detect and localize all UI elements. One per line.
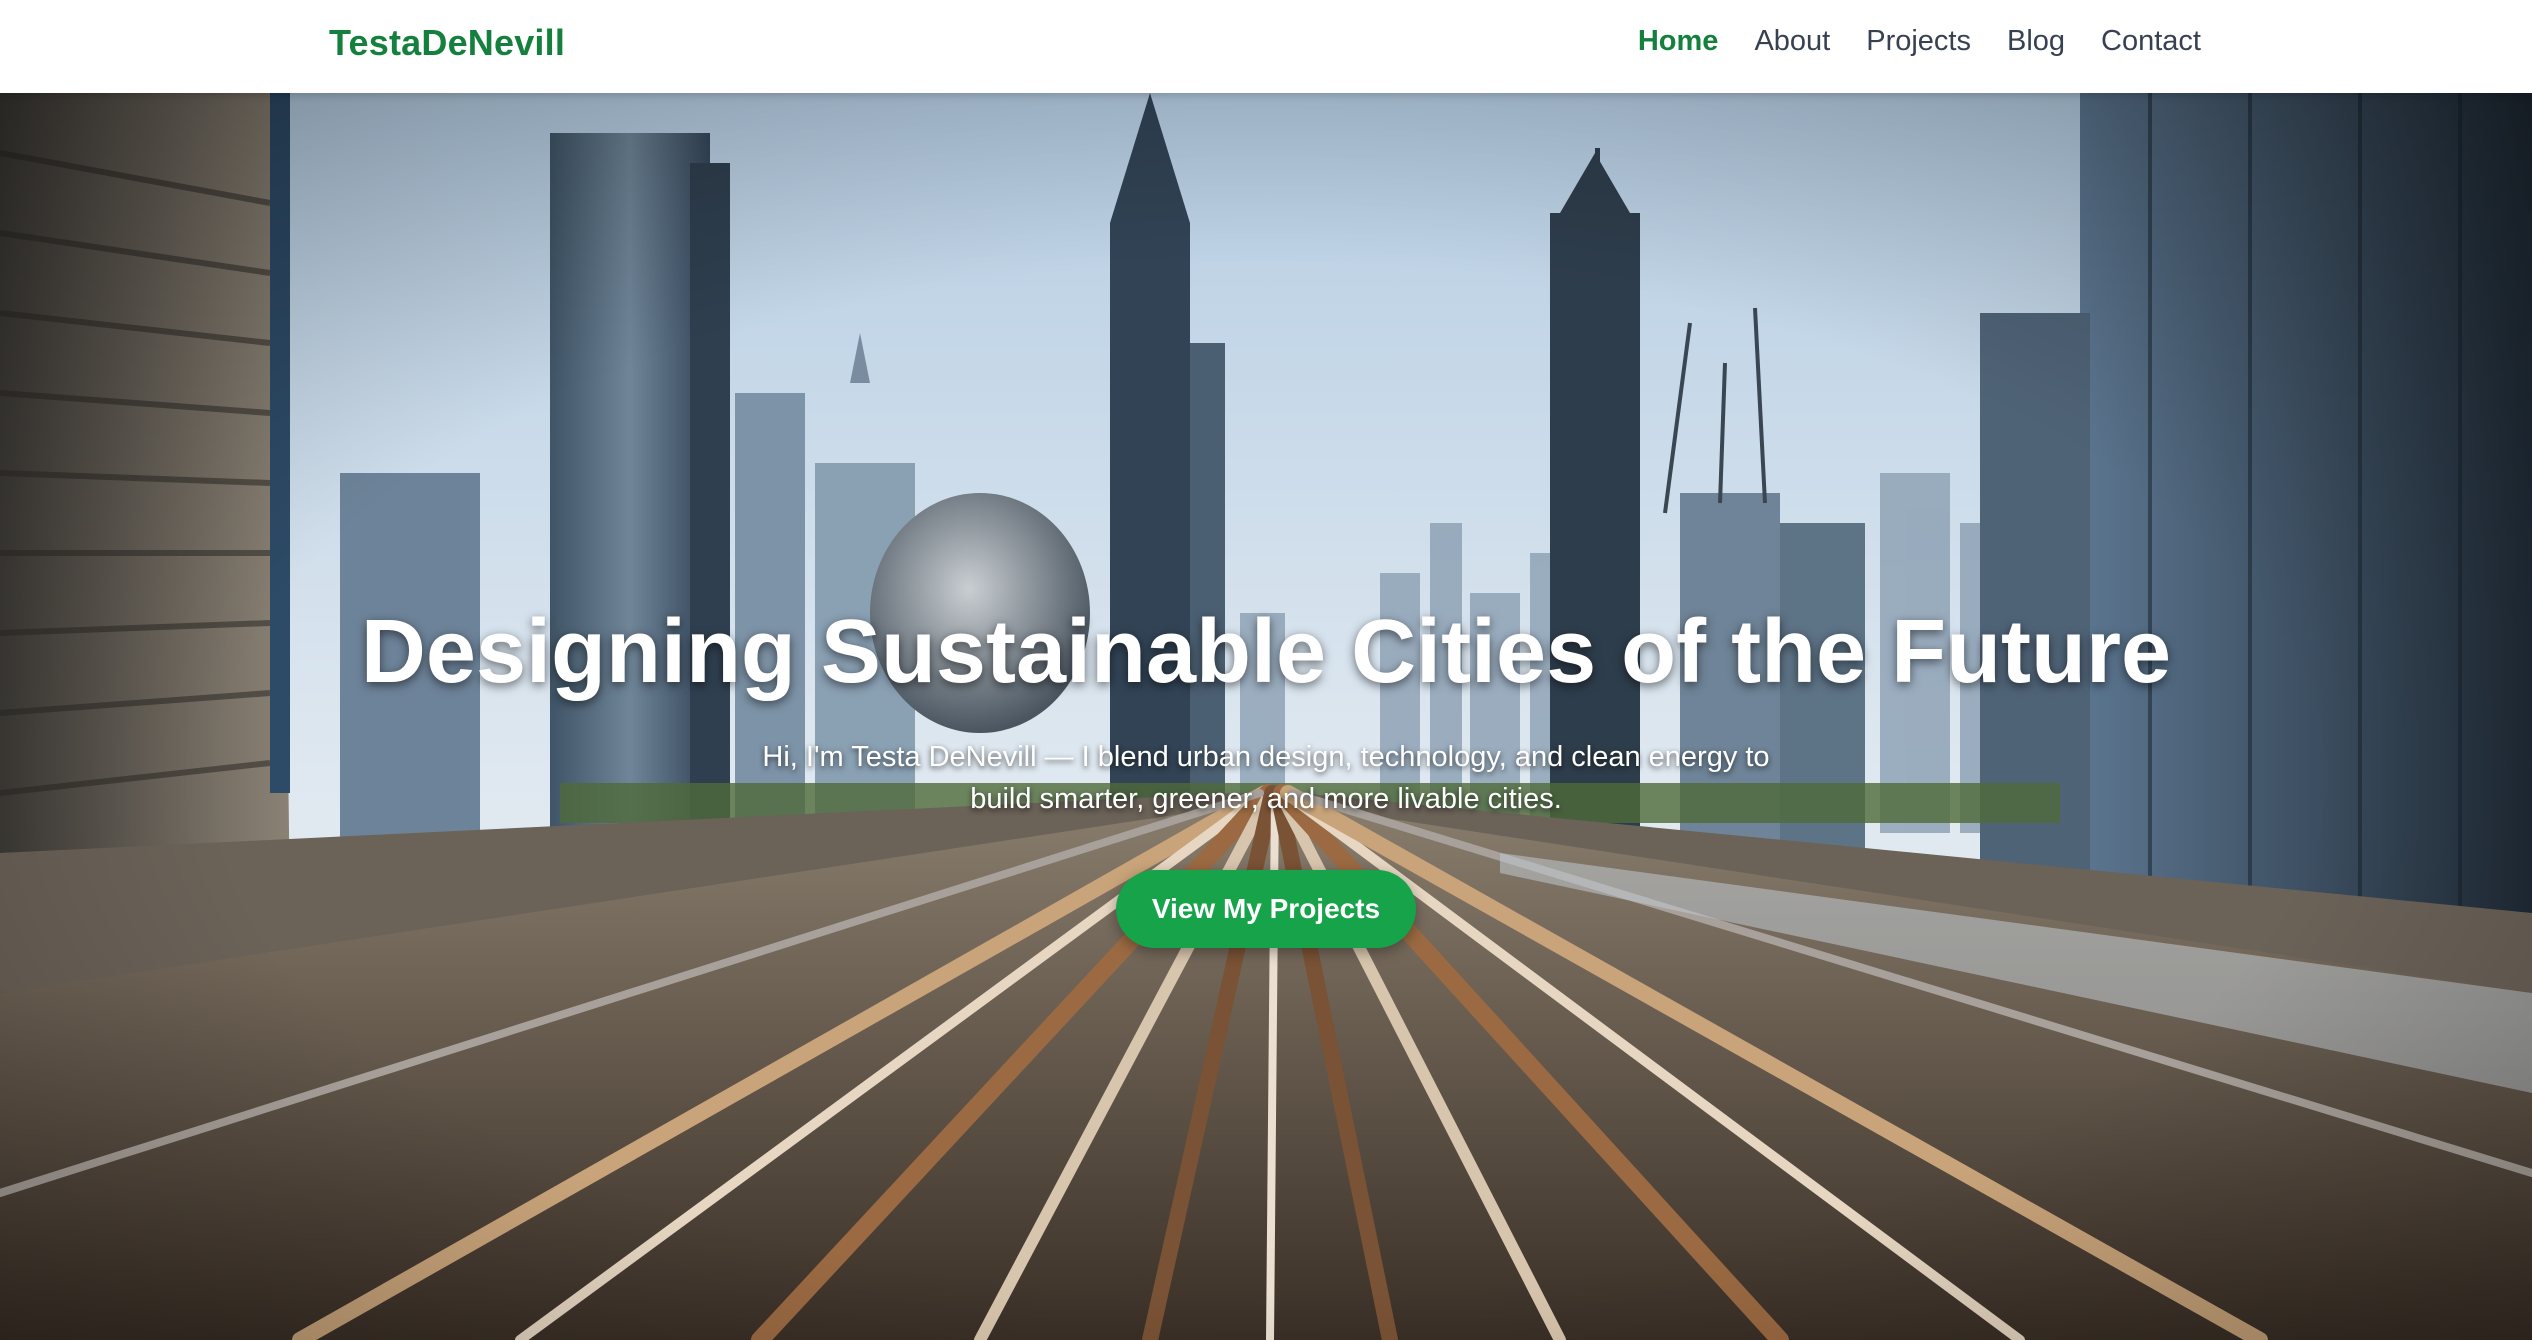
nav-contact-link[interactable]: Contact [2101,25,2201,58]
view-projects-button[interactable]: View My Projects [1115,870,1417,948]
hero-subtitle: Hi, I'm Testa DeNevill — I blend urban d… [762,741,1770,815]
nav-menu: Home About Projects Blog Contact [1638,25,2201,58]
nav-projects-link[interactable]: Projects [1866,25,1971,58]
top-navbar: TestaDeNevill Home About Projects Blog C… [0,0,2532,93]
nav-blog-link[interactable]: Blog [2007,25,2065,58]
hero-title: Designing Sustainable Cities of the Futu… [360,602,2172,702]
hero-content: Designing Sustainable Cities of the Futu… [0,603,2532,948]
hero-section: Designing Sustainable Cities of the Futu… [0,93,2532,1340]
nav-about-link[interactable]: About [1754,25,1830,58]
nav-home-link[interactable]: Home [1638,25,1719,58]
brand-logo[interactable]: TestaDeNevill [329,22,565,64]
